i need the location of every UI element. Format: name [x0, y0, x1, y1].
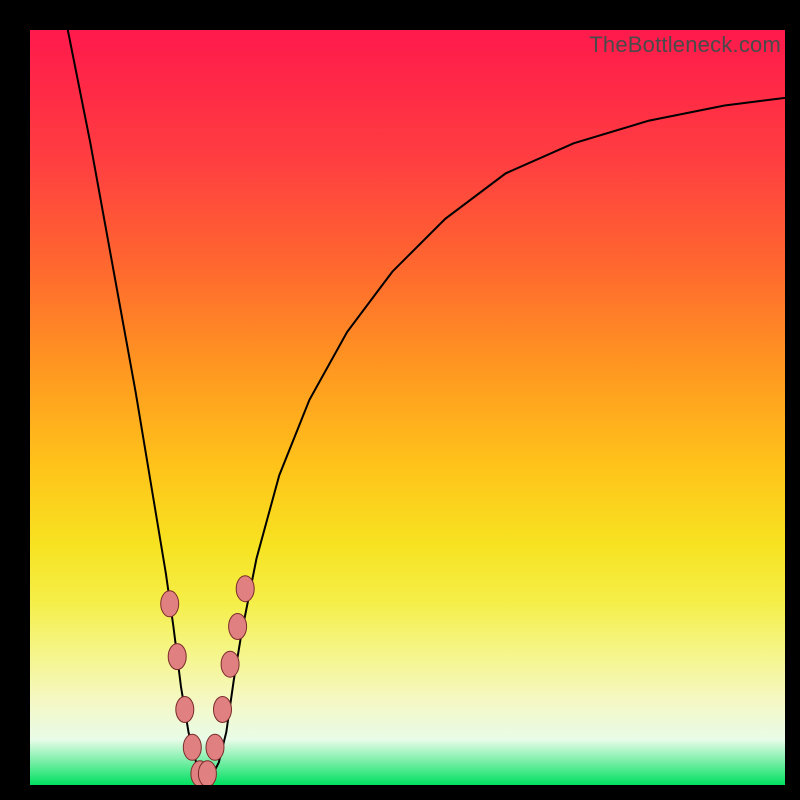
highlighted-point	[236, 576, 254, 602]
highlighted-point	[206, 734, 224, 760]
highlighted-point	[176, 697, 194, 723]
highlighted-points-group	[161, 576, 255, 785]
highlighted-point	[229, 614, 247, 640]
highlighted-point	[183, 734, 201, 760]
highlighted-point	[198, 761, 216, 785]
highlighted-point	[161, 591, 179, 617]
curve-layer	[30, 30, 785, 785]
highlighted-point	[214, 697, 232, 723]
chart-frame: TheBottleneck.com	[30, 30, 785, 785]
highlighted-point	[221, 651, 239, 677]
highlighted-point	[168, 644, 186, 670]
